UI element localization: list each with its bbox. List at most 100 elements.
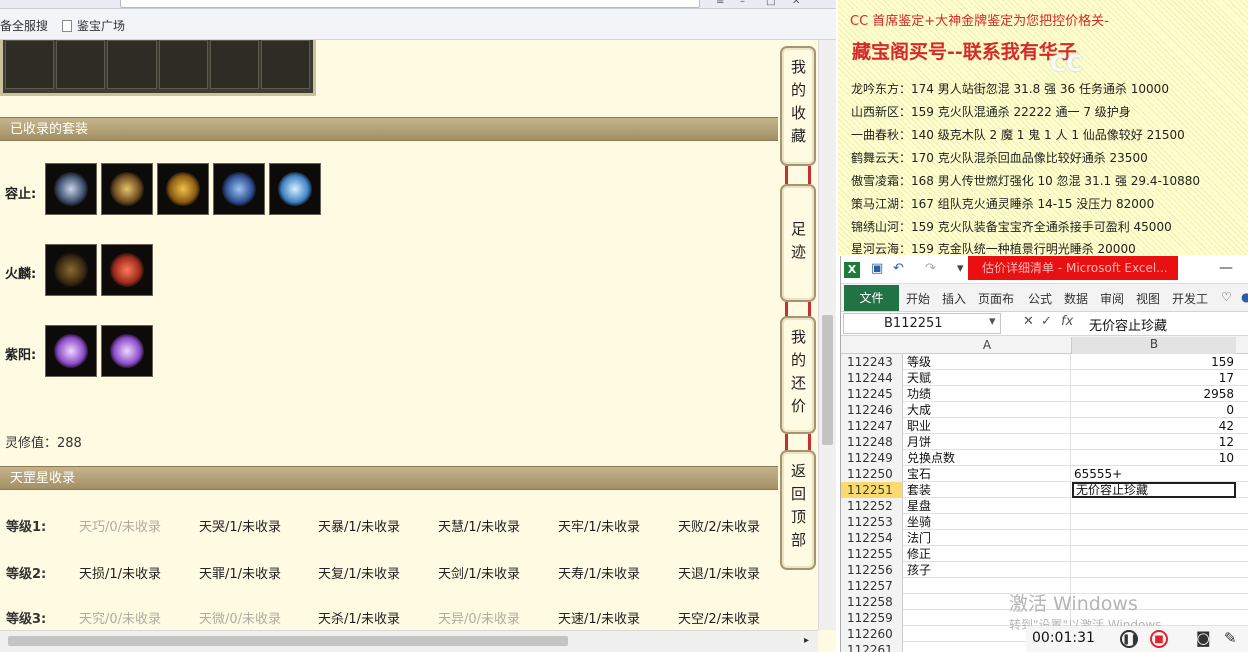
star-entry[interactable]: 天暴/1/未收录 — [318, 516, 400, 535]
pause-icon[interactable]: ❚❚ — [1120, 630, 1139, 648]
collapse-ribbon-icon[interactable]: ♡ — [1221, 290, 1232, 304]
ribbon-tab[interactable]: 视图 — [1136, 290, 1160, 307]
star-entry[interactable]: 天异/0/未收录 — [438, 608, 520, 627]
star-entry[interactable]: 天微/0/未收录 — [199, 608, 281, 627]
row-header[interactable]: 112250 — [841, 466, 903, 482]
cell-b[interactable]: 12 — [1072, 434, 1236, 450]
cancel-entry-icon[interactable]: ✕ — [1023, 314, 1034, 329]
row-header[interactable]: 112257 — [841, 578, 903, 594]
set-item-icon[interactable] — [45, 325, 97, 377]
customize-toolbar-icon[interactable]: ▾ — [957, 261, 964, 276]
undo-icon[interactable]: ↶ — [893, 261, 904, 276]
cell-b[interactable] — [1072, 514, 1236, 530]
set-item-icon[interactable] — [45, 163, 97, 215]
row-header[interactable]: 112261 — [841, 642, 903, 652]
star-entry[interactable]: 天巧/0/未收录 — [79, 516, 161, 535]
cell-a[interactable]: 等级 — [905, 354, 1071, 370]
ribbon-tab[interactable]: 公式 — [1028, 290, 1052, 307]
star-entry[interactable]: 天罪/1/未收录 — [199, 563, 281, 582]
cell-a[interactable]: 职业 — [905, 418, 1071, 434]
active-cell[interactable]: 无价容止珍藏 — [1072, 482, 1236, 498]
pen-icon[interactable]: ✎ — [1224, 629, 1237, 647]
name-box-dropdown-icon[interactable]: ▾ — [989, 314, 996, 329]
side-tab-my-collection[interactable]: 我的收藏 — [780, 46, 816, 166]
cell-a[interactable]: 套装 — [905, 482, 1071, 498]
set-item-icon[interactable] — [101, 244, 153, 296]
star-entry[interactable]: 天杀/1/未收录 — [318, 608, 400, 627]
stop-icon[interactable]: ■ — [1150, 630, 1168, 648]
cell-a[interactable]: 星盘 — [905, 498, 1071, 514]
ribbon-tab[interactable]: 开始 — [906, 290, 930, 307]
row-header[interactable]: 112254 — [841, 530, 903, 546]
star-entry[interactable]: 天损/1/未收录 — [79, 563, 161, 582]
formula-input[interactable]: 无价容止珍藏 — [1089, 315, 1167, 334]
redo-icon[interactable]: ↷ — [925, 261, 936, 276]
star-entry[interactable]: 天哭/1/未收录 — [199, 516, 281, 535]
cell-b[interactable]: 159 — [1072, 354, 1236, 370]
cell-b[interactable]: 42 — [1072, 418, 1236, 434]
cell-b[interactable] — [1072, 546, 1236, 562]
row-header[interactable]: 112244 — [841, 370, 903, 386]
set-item-icon[interactable] — [213, 163, 265, 215]
window-minimize-icon[interactable]: – — [740, 0, 752, 7]
set-item-icon[interactable] — [101, 325, 153, 377]
cell-b[interactable]: 10 — [1072, 450, 1236, 466]
row-header[interactable]: 112255 — [841, 546, 903, 562]
row-header[interactable]: 112248 — [841, 434, 903, 450]
window-maximize-icon[interactable]: □ — [766, 0, 778, 7]
side-tab-footprint[interactable]: 足迹 — [780, 184, 816, 302]
star-entry[interactable]: 天空/2/未收录 — [678, 608, 760, 627]
name-box[interactable]: B112251 — [843, 313, 1001, 334]
cell-a[interactable]: 修正 — [905, 546, 1071, 562]
row-header[interactable]: 112249 — [841, 450, 903, 466]
star-entry[interactable]: 天退/1/未收录 — [678, 563, 760, 582]
inventory-slot[interactable] — [5, 40, 55, 89]
cell-a[interactable]: 天赋 — [905, 370, 1071, 386]
inventory-slot[interactable] — [209, 40, 259, 89]
scroll-right-arrow-icon[interactable]: ▸ — [804, 635, 809, 646]
row-header[interactable]: 112256 — [841, 562, 903, 578]
star-entry[interactable]: 天究/0/未收录 — [79, 608, 161, 627]
cell-a[interactable]: 大成 — [905, 402, 1071, 418]
file-tab[interactable]: 文件 — [844, 285, 899, 311]
row-header[interactable]: 112259 — [841, 610, 903, 626]
set-item-icon[interactable] — [101, 163, 153, 215]
cell-a[interactable]: 兑换点数 — [905, 450, 1071, 466]
cell-a[interactable]: 孩子 — [905, 562, 1071, 578]
cell-a[interactable]: 月饼 — [905, 434, 1071, 450]
cell-b[interactable]: 65555+ — [1072, 466, 1236, 482]
bookmark-item[interactable]: 鉴宝广场 — [62, 17, 125, 34]
set-item-icon[interactable] — [45, 244, 97, 296]
cell-b[interactable] — [1072, 530, 1236, 546]
confirm-entry-icon[interactable]: ✓ — [1041, 314, 1052, 329]
ribbon-tab[interactable]: 数据 — [1064, 290, 1088, 307]
ribbon-tab[interactable]: 页面布 — [978, 290, 1014, 307]
row-header[interactable]: 112247 — [841, 418, 903, 434]
back-to-top-button[interactable]: 返回顶部 — [780, 450, 816, 570]
star-entry[interactable]: 天寿/1/未收录 — [558, 563, 640, 582]
window-minimize-icon[interactable]: — — [1219, 260, 1233, 276]
column-header-b[interactable]: B — [1071, 337, 1236, 354]
ribbon-tab[interactable]: 审阅 — [1100, 290, 1124, 307]
inventory-slot[interactable] — [107, 40, 157, 89]
star-entry[interactable]: 天剑/1/未收录 — [438, 563, 520, 582]
save-icon[interactable]: ▣ — [871, 261, 883, 276]
row-header[interactable]: 112260 — [841, 626, 903, 642]
cell-b[interactable]: 2958 — [1072, 386, 1236, 402]
scrollbar-thumb[interactable] — [822, 315, 833, 445]
cell-b[interactable]: 0 — [1072, 402, 1236, 418]
cell-a[interactable]: 功绩 — [905, 386, 1071, 402]
star-entry[interactable]: 天复/1/未收录 — [318, 563, 400, 582]
side-tab-my-bargain[interactable]: 我的还价 — [780, 316, 816, 434]
cell-a[interactable]: 坐骑 — [905, 514, 1071, 530]
horizontal-scrollbar[interactable]: ▸ — [0, 630, 818, 652]
window-menu-icon[interactable]: ≡ — [716, 0, 728, 7]
star-entry[interactable]: 天牢/1/未收录 — [558, 516, 640, 535]
window-close-icon[interactable]: ✕ — [792, 0, 804, 7]
row-header[interactable]: 112246 — [841, 402, 903, 418]
row-header[interactable]: 112252 — [841, 498, 903, 514]
address-bar[interactable] — [120, 0, 700, 8]
ribbon-tab[interactable]: 插入 — [942, 290, 966, 307]
column-header-a[interactable]: A — [903, 338, 1071, 352]
row-header[interactable]: 112243 — [841, 354, 903, 370]
